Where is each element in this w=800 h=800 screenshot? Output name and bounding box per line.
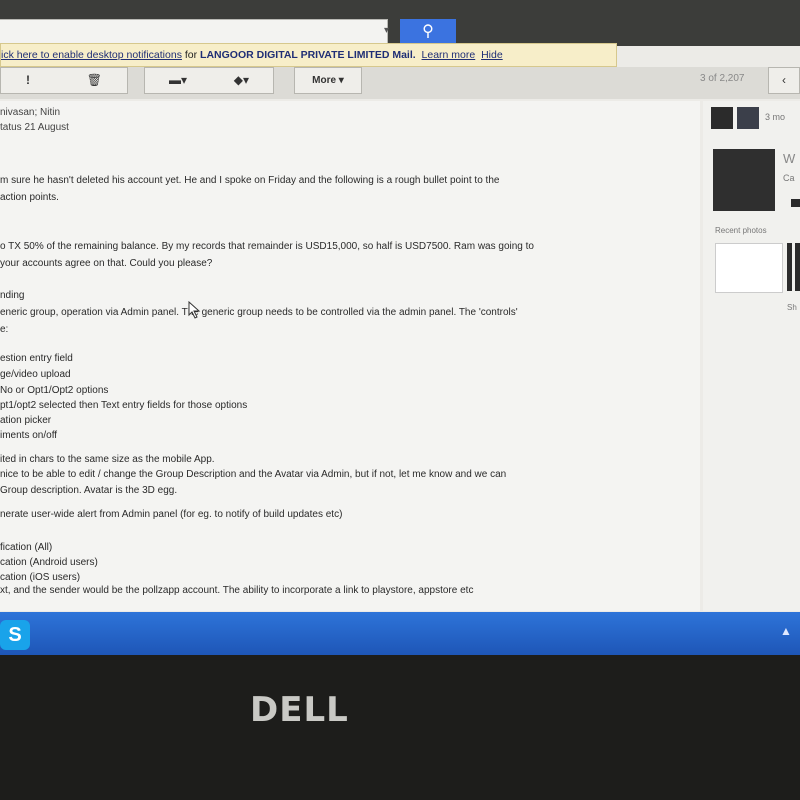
skype-icon[interactable]: S <box>0 620 30 650</box>
list-item: iments on/off <box>0 430 58 441</box>
dell-logo: DELL <box>250 690 349 730</box>
body-line: Group description. Avatar is the 3D egg. <box>0 485 178 496</box>
delete-icon[interactable]: 🗑 <box>87 73 102 87</box>
list-item: cation (Android users) <box>0 557 98 568</box>
contact-action-icon[interactable] <box>791 199 800 207</box>
list-item: fication (All) <box>0 542 53 553</box>
search-input[interactable] <box>0 19 388 45</box>
show-more-link[interactable]: Sh <box>787 303 797 312</box>
list-item: No or Opt1/Opt2 options <box>0 385 109 396</box>
body-line: your accounts agree on that. Could you p… <box>0 258 213 269</box>
enable-notifications-link[interactable]: ick here to enable desktop notifications <box>1 49 182 61</box>
notification-brand: LANGOOR DIGITAL PRIVATE LIMITED Mail. <box>200 49 416 61</box>
body-line: eneric group, operation via Admin panel.… <box>0 307 518 318</box>
message-toolbar: ! 🗑 ▬▾ ◆▾ More ▾ 3 of 2,207 ‹ <box>0 67 800 99</box>
body-line: o TX 50% of the remaining balance. By my… <box>0 241 534 252</box>
list-item: ation picker <box>0 415 52 426</box>
contact-name: W <box>783 151 796 166</box>
mouse-cursor-icon <box>188 301 201 319</box>
email-body: nivasan; Nitin tatus 21 August m sure he… <box>0 101 700 611</box>
contact-photo[interactable] <box>713 149 775 211</box>
pager-label: 3 of 2,207 <box>700 73 745 84</box>
list-item: ge/video upload <box>0 369 71 380</box>
contact-detail: Ca <box>783 173 795 183</box>
body-line: action points. <box>0 192 59 203</box>
body-line: nice to be able to edit / change the Gro… <box>0 469 507 480</box>
recent-photo[interactable] <box>787 243 792 291</box>
body-line: m sure he hasn't deleted his account yet… <box>0 175 500 186</box>
folder-icon[interactable]: ▬▾ <box>169 73 187 87</box>
email-subject: tatus 21 August <box>0 122 69 133</box>
list-item: pt1/opt2 selected then Text entry fields… <box>0 400 248 411</box>
body-line: nerate user-wide alert from Admin panel … <box>0 509 343 520</box>
newer-message-button[interactable]: ‹ <box>768 67 800 94</box>
notification-text: for <box>181 49 201 61</box>
screen: ▾ ⚲ ick here to enable desktop notificat… <box>0 0 800 655</box>
report-spam-icon: ! <box>26 73 31 87</box>
move-to-labels-group: ▬▾ ◆▾ <box>144 67 274 94</box>
recent-photo[interactable] <box>795 243 800 291</box>
desktop-notification-bar: ick here to enable desktop notifications… <box>0 43 617 67</box>
avatar[interactable] <box>711 107 733 129</box>
list-item: cation (iOS users) <box>0 572 81 583</box>
contact-sidebar: 3 mo W Ca Recent photos Sh <box>703 101 800 611</box>
top-bar: ▾ ⚲ <box>0 0 800 46</box>
email-recipients: nivasan; Nitin <box>0 107 61 118</box>
chevron-left-icon: ‹ <box>782 73 786 87</box>
body-line: e: <box>0 324 9 335</box>
more-button[interactable]: More ▾ <box>294 67 362 94</box>
hide-link[interactable]: Hide <box>481 49 503 61</box>
body-line: xt, and the sender would be the pollzapp… <box>0 585 474 596</box>
label-icon[interactable]: ◆▾ <box>234 73 249 87</box>
participant-count: 3 mo <box>765 112 786 122</box>
search-icon: ⚲ <box>422 23 434 40</box>
search-button[interactable]: ⚲ <box>400 19 456 45</box>
section-heading: nding <box>0 290 25 301</box>
list-item: estion entry field <box>0 353 73 364</box>
avatar[interactable] <box>737 107 759 129</box>
report-spam-button[interactable]: ! 🗑 <box>0 67 128 94</box>
learn-more-link[interactable]: Learn more <box>422 49 476 61</box>
recent-photo[interactable] <box>715 243 783 293</box>
windows-taskbar <box>0 612 800 655</box>
search-options-icon[interactable]: ▾ <box>384 25 389 36</box>
tray-expand-icon[interactable]: ▲ <box>780 624 792 638</box>
recent-photos-heading: Recent photos <box>715 226 767 235</box>
body-line: ited in chars to the same size as the mo… <box>0 454 215 465</box>
